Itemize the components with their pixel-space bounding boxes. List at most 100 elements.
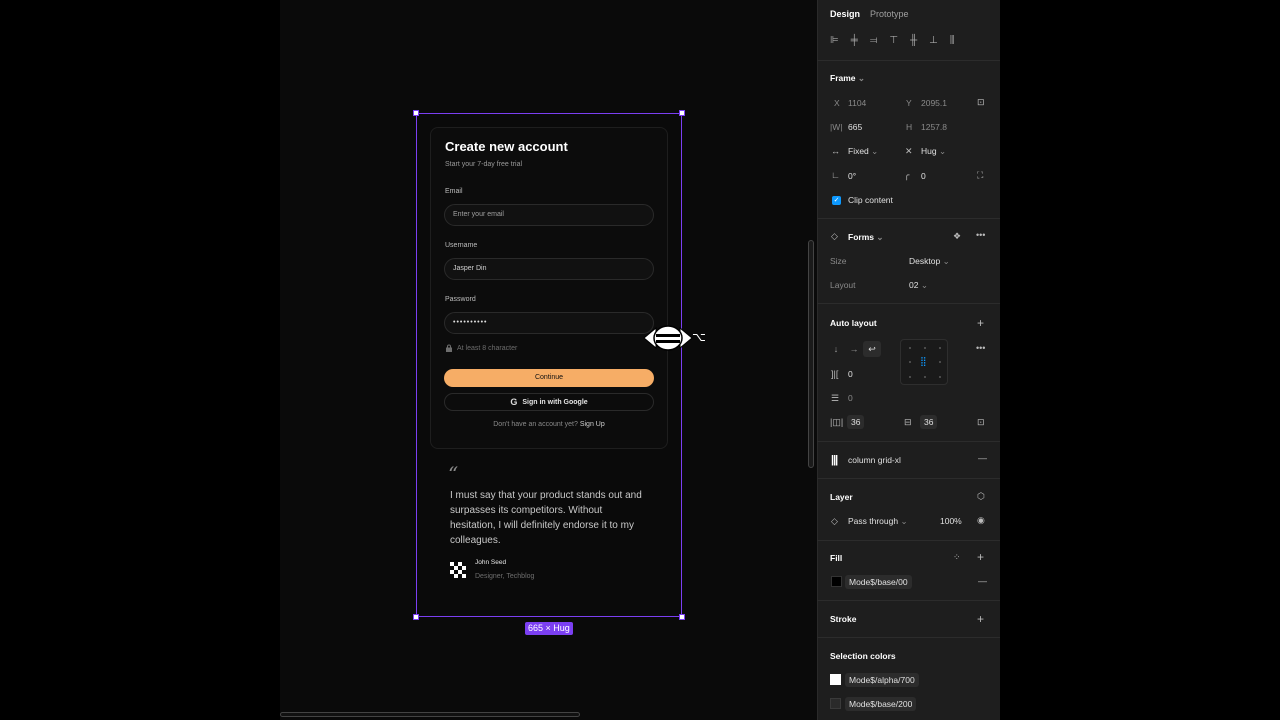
width-mode-value: Fixed xyxy=(848,146,869,156)
align-dot[interactable] xyxy=(924,347,926,349)
layout-grid-icon: ||| xyxy=(831,454,838,466)
resize-handle-bottom-left[interactable] xyxy=(413,614,419,620)
go-to-main-component-icon[interactable]: ❖ xyxy=(953,231,961,242)
individual-padding-icon[interactable]: ⊡ xyxy=(977,417,985,428)
component-name: Forms xyxy=(848,232,874,242)
selection-colors-title: Selection colors xyxy=(830,651,896,661)
selection-color-swatch[interactable] xyxy=(830,674,841,685)
selection-color-name[interactable]: Mode$/base/200 xyxy=(845,697,917,711)
add-icon[interactable]: + xyxy=(977,550,984,564)
align-dot[interactable] xyxy=(924,376,926,378)
align-dot[interactable] xyxy=(939,361,941,363)
horizontal-scrollbar[interactable] xyxy=(280,712,580,717)
clip-content-checkbox[interactable]: ✓ xyxy=(832,196,841,205)
resize-handle-top-right[interactable] xyxy=(679,110,685,116)
selection-frame[interactable] xyxy=(416,113,682,617)
blend-mode-select[interactable]: Pass through ⌄ xyxy=(848,516,908,527)
frame-section-title[interactable]: Frame ⌄ xyxy=(830,73,865,84)
vertical-padding-input[interactable]: 36 xyxy=(920,415,938,429)
direction-group: ↓ → ↩ xyxy=(827,341,881,357)
gap-input[interactable]: 0 xyxy=(848,369,853,379)
selection-color-name[interactable]: Mode$/alpha/700 xyxy=(845,673,919,687)
add-icon[interactable]: + xyxy=(977,612,984,626)
add-icon[interactable]: + xyxy=(977,316,984,330)
selection-color-swatch[interactable] xyxy=(830,698,841,709)
remove-icon[interactable]: — xyxy=(978,453,987,463)
opacity-input[interactable]: 100% xyxy=(940,516,962,526)
y-label: Y xyxy=(906,98,912,108)
check-icon: ✓ xyxy=(832,196,841,205)
resize-handle-bottom-right[interactable] xyxy=(679,614,685,620)
fill-swatch[interactable] xyxy=(831,576,842,587)
tab-design[interactable]: Design xyxy=(830,9,860,19)
radius-input[interactable]: 0 xyxy=(921,171,926,181)
component-select[interactable]: Forms ⌄ xyxy=(848,232,883,243)
align-dot[interactable] xyxy=(939,376,941,378)
divider xyxy=(817,540,1000,541)
align-dot[interactable] xyxy=(909,376,911,378)
divider xyxy=(817,303,1000,304)
alignment-toolbar: ⊫ ╪ ⫤ ⊤ ╫ ⊥ ⫼ xyxy=(830,35,955,46)
align-top-icon[interactable]: ⊤ xyxy=(889,35,898,46)
remove-icon[interactable]: — xyxy=(978,576,987,586)
more-icon[interactable]: ••• xyxy=(976,343,985,353)
align-dot[interactable] xyxy=(939,347,941,349)
auto-layout-title: Auto layout xyxy=(830,318,877,328)
more-icon[interactable]: ••• xyxy=(976,230,985,240)
align-dot[interactable] xyxy=(909,347,911,349)
independent-corners-icon[interactable]: ⛶ xyxy=(977,170,983,181)
y-input[interactable]: 2095.1 xyxy=(921,98,947,108)
resize-handle-top-left[interactable] xyxy=(413,110,419,116)
visibility-eye-icon[interactable]: ◉ xyxy=(977,515,985,526)
chevron-down-icon: ⌄ xyxy=(942,256,950,266)
alignment-grid[interactable]: ⣿ xyxy=(900,339,948,385)
divider xyxy=(817,600,1000,601)
size-value: Desktop xyxy=(909,256,941,266)
w-input[interactable]: 665 xyxy=(848,122,862,132)
vertical-direction-icon[interactable]: ↓ xyxy=(827,341,845,357)
horizontal-padding-input[interactable]: 36 xyxy=(847,415,865,429)
align-center-h-icon[interactable]: ╪ xyxy=(851,35,858,46)
rotation-input[interactable]: 0° xyxy=(848,171,856,181)
fill-style-name[interactable]: Mode$/base/00 xyxy=(845,575,912,589)
size-select[interactable]: Desktop ⌄ xyxy=(909,256,950,267)
align-bottom-icon[interactable]: ⊥ xyxy=(929,35,938,46)
distribute-icon[interactable]: ⫼ xyxy=(950,35,955,46)
corner-radius-icon: ╭ xyxy=(904,170,910,180)
fill-title: Fill xyxy=(830,553,843,563)
layout-grid-name[interactable]: column grid-xl xyxy=(848,455,901,465)
gap-vertical-icon: ☰ xyxy=(831,393,840,403)
wrap-direction-icon[interactable]: ↩ xyxy=(863,341,881,357)
style-grid-icon[interactable]: ⁘ xyxy=(953,552,961,563)
align-active-icon[interactable]: ⣿ xyxy=(920,356,932,366)
chevron-down-icon: ⌄ xyxy=(938,146,947,156)
tab-prototype[interactable]: Prototype xyxy=(870,9,909,19)
align-left-icon[interactable]: ⊫ xyxy=(830,35,839,46)
component-instance-icon: ◇ xyxy=(831,231,838,241)
divider xyxy=(817,637,1000,638)
layer-title: Layer xyxy=(830,492,853,502)
size-badge: 665 × Hug xyxy=(525,622,573,635)
layer-style-icon[interactable]: ⬡ xyxy=(977,491,985,502)
height-mode-value: Hug xyxy=(921,146,937,156)
constraints-icon[interactable]: ⊡ xyxy=(977,97,985,108)
chevron-down-icon: ⌄ xyxy=(900,516,908,526)
size-label: Size xyxy=(830,256,847,266)
divider xyxy=(817,441,1000,442)
x-input[interactable]: 1104 xyxy=(848,98,866,108)
stroke-title: Stroke xyxy=(830,614,857,624)
align-dot[interactable] xyxy=(909,361,911,363)
x-label: X xyxy=(834,98,840,108)
width-resize-icon: ↔ xyxy=(831,146,840,156)
width-mode-select[interactable]: Fixed ⌄ xyxy=(848,146,878,157)
align-center-v-icon[interactable]: ╫ xyxy=(910,35,917,46)
h-input[interactable]: 1257.8 xyxy=(921,122,947,132)
gap-vertical-input[interactable]: 0 xyxy=(848,393,853,403)
outer-margin xyxy=(1000,0,1280,720)
height-mode-select[interactable]: Hug ⌄ xyxy=(921,146,946,157)
horizontal-direction-icon[interactable]: → xyxy=(845,341,863,357)
layout-select[interactable]: 02 ⌄ xyxy=(909,280,928,291)
vertical-scrollbar[interactable] xyxy=(808,240,814,468)
align-right-icon[interactable]: ⫤ xyxy=(870,35,878,46)
layout-label: Layout xyxy=(830,280,856,290)
